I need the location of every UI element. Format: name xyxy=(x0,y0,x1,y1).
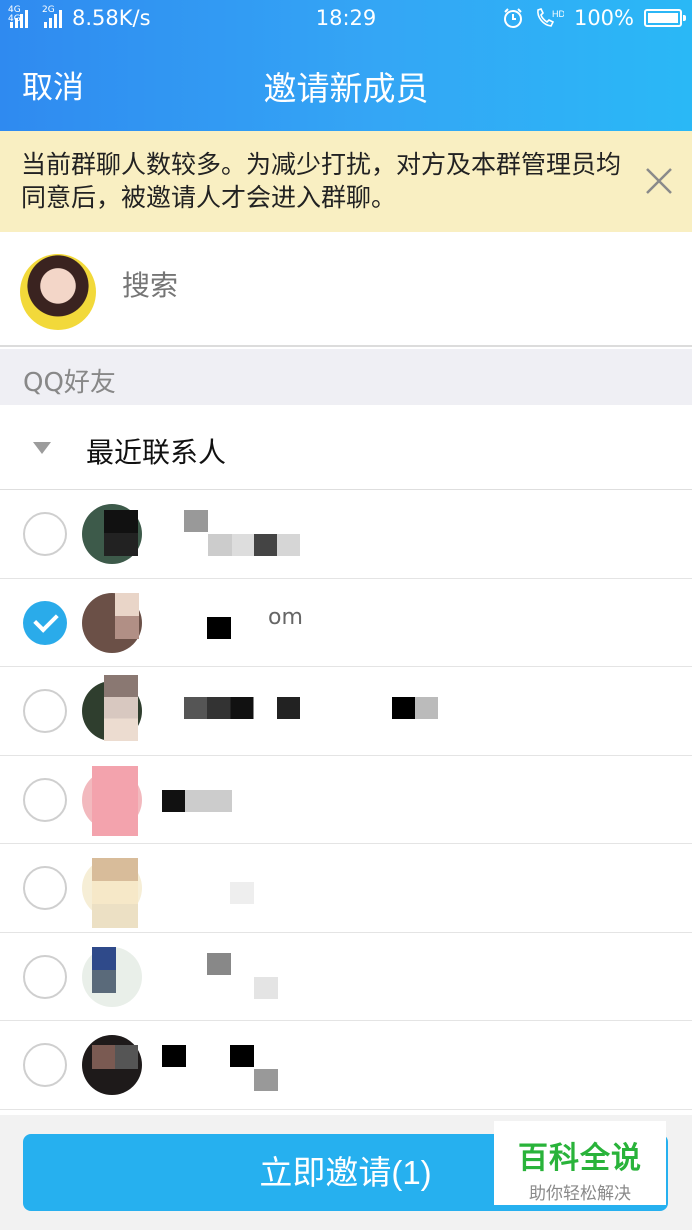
blurred-name xyxy=(254,976,278,999)
hd-call-icon: HD xyxy=(537,8,564,27)
blurred-name xyxy=(92,858,138,928)
blurred-name xyxy=(92,946,116,993)
blurred-name xyxy=(392,697,438,719)
list-item[interactable] xyxy=(0,667,692,756)
svg-text:HD: HD xyxy=(552,9,564,19)
blurred-name xyxy=(184,697,300,719)
notice-text: 当前群聊人数较多。为减少打扰，对方及本群管理员均同意后，被邀请人才会进入群聊。 xyxy=(21,150,622,212)
blurred-name xyxy=(207,952,231,975)
checkbox[interactable] xyxy=(23,512,67,556)
expand-triangle-icon xyxy=(33,442,51,454)
blurred-name xyxy=(115,592,139,639)
blurred-name xyxy=(104,510,138,556)
checkbox[interactable] xyxy=(23,777,67,822)
checkbox[interactable] xyxy=(23,954,67,999)
blurred-name xyxy=(208,534,300,556)
search-input[interactable] xyxy=(122,270,483,302)
alarm-icon xyxy=(503,8,522,28)
checkbox-checked[interactable] xyxy=(23,600,67,645)
list-item[interactable] xyxy=(0,844,692,933)
close-icon[interactable] xyxy=(642,164,676,198)
watermark-logo: 百科全说 助你轻松解决 xyxy=(494,1121,666,1205)
watermark-subtitle: 助你轻松解决 xyxy=(529,1184,631,1204)
list-item[interactable] xyxy=(0,1021,692,1110)
contact-name: om xyxy=(268,604,303,630)
blurred-name xyxy=(207,616,231,639)
blurred-name xyxy=(104,675,138,741)
section-header: QQ好友 xyxy=(0,349,692,405)
list-item[interactable] xyxy=(0,755,692,844)
page-title: 邀请新成员 xyxy=(263,69,429,108)
group-label: 最近联系人 xyxy=(86,436,227,469)
status-right: HD 100% xyxy=(502,6,686,30)
cancel-button[interactable]: 取消 xyxy=(22,62,84,107)
list-item[interactable] xyxy=(0,932,692,1021)
battery-icon xyxy=(644,9,686,27)
status-bar: 4G 4G 2G 8.58K/s 18:29 HD 100% xyxy=(0,0,692,38)
blurred-name xyxy=(184,510,208,532)
checkbox[interactable] xyxy=(23,689,67,733)
blurred-name xyxy=(162,1045,186,1067)
app-header: 4G 4G 2G 8.58K/s 18:29 HD 100% 取消 邀请新成员 xyxy=(0,0,692,131)
checkbox[interactable] xyxy=(23,1043,67,1087)
checkbox[interactable] xyxy=(23,866,67,910)
blurred-name xyxy=(254,1069,278,1091)
blurred-name xyxy=(92,765,138,836)
contact-list: om xyxy=(0,490,692,1115)
blurred-name xyxy=(230,1045,254,1067)
notice-banner: 当前群聊人数较多。为减少打扰，对方及本群管理员均同意后，被邀请人才会进入群聊。 xyxy=(0,131,692,232)
avatar xyxy=(20,254,96,330)
blurred-name xyxy=(92,1045,138,1069)
section-label: QQ好友 xyxy=(23,368,116,398)
blurred-name xyxy=(162,789,232,812)
list-item[interactable]: om xyxy=(0,578,692,667)
blurred-name xyxy=(230,882,254,904)
list-item[interactable] xyxy=(0,490,692,579)
battery-percent: 100% xyxy=(573,6,634,30)
group-header-recent[interactable]: 最近联系人 xyxy=(0,405,692,490)
watermark-title: 百科全说 xyxy=(518,1141,642,1176)
search-row xyxy=(0,232,692,347)
